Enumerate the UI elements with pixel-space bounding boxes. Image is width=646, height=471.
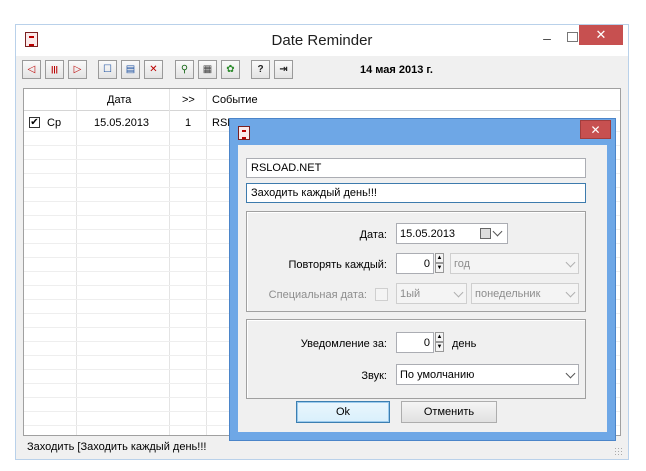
help-icon: ?: [257, 64, 264, 75]
dialog-body: RSLOAD.NET Заходить каждый день!!! Дата:…: [238, 145, 607, 432]
dialog-title-bar: ✕: [230, 119, 615, 144]
dialog-app-icon: [238, 126, 250, 140]
calendar-icon: ▦: [202, 64, 213, 75]
special-date-checkbox[interactable]: [375, 288, 388, 301]
column-repeat[interactable]: >>: [182, 94, 195, 106]
edit-icon: ▤: [125, 64, 136, 75]
help-button[interactable]: ?: [251, 60, 270, 79]
next-arrow-icon: ▷: [73, 64, 82, 75]
dialog-close-button[interactable]: ✕: [580, 120, 611, 139]
sound-select[interactable]: По умолчанию: [396, 364, 579, 385]
column-date[interactable]: Дата: [107, 94, 131, 106]
toolbar: ◁ ||| ▷ ☐ ▤ ✕ ⚲ ▦ ✿ ? ⇥ 14 мая 2013 г.: [22, 60, 622, 86]
chevron-down-icon: [492, 226, 503, 237]
bars-icon: |||: [51, 65, 58, 74]
event-dialog: ✕ RSLOAD.NET Заходить каждый день!!! Дат…: [229, 118, 616, 441]
event-note-input[interactable]: Заходить каждый день!!!: [246, 183, 586, 203]
stepper-up-icon[interactable]: ▲: [435, 253, 444, 263]
exit-icon: ⇥: [279, 64, 288, 75]
title-bar: Date Reminder – ✕: [16, 25, 628, 56]
search-button[interactable]: ⚲: [175, 60, 194, 79]
current-date: 14 мая 2013 г.: [360, 64, 433, 76]
settings-button[interactable]: ✿: [221, 60, 240, 79]
row-day: Ср: [47, 117, 62, 129]
notify-label: Уведомление за:: [300, 338, 387, 350]
calendar-icon: [480, 228, 491, 239]
gear-icon: ✿: [226, 64, 235, 75]
minimize-button[interactable]: –: [534, 28, 560, 48]
special-weekday-value: понедельник: [475, 288, 541, 300]
resize-grip-icon[interactable]: [614, 447, 622, 455]
new-button[interactable]: ☐: [98, 60, 117, 79]
ok-button[interactable]: Ok: [296, 401, 390, 423]
notify-group: Уведомление за: 0 ▲ ▼ день Звук: По умол…: [246, 319, 586, 399]
event-title-input[interactable]: RSLOAD.NET: [246, 158, 586, 178]
close-button[interactable]: ✕: [579, 25, 623, 45]
notify-input[interactable]: 0: [396, 332, 434, 353]
stepper-down-icon[interactable]: ▼: [435, 263, 444, 273]
cancel-button[interactable]: Отменить: [401, 401, 497, 423]
delete-icon: ✕: [149, 64, 158, 75]
special-ordinal-select[interactable]: 1ый: [396, 283, 467, 304]
sound-label: Звук:: [361, 370, 387, 382]
mark-button[interactable]: |||: [45, 60, 64, 79]
date-value: 15.05.2013: [400, 228, 456, 240]
repeat-stepper[interactable]: ▲ ▼: [435, 253, 444, 274]
special-ordinal-value: 1ый: [400, 288, 421, 300]
chevron-down-icon: [565, 368, 576, 379]
repeat-unit-select[interactable]: год: [450, 253, 579, 274]
new-icon: ☐: [103, 64, 112, 75]
repeat-label: Повторять каждый:: [288, 259, 388, 271]
edit-button[interactable]: ▤: [121, 60, 140, 79]
row-count: 1: [185, 117, 192, 129]
stepper-down-icon[interactable]: ▼: [435, 342, 444, 352]
chevron-down-icon: [565, 287, 576, 298]
special-weekday-select[interactable]: понедельник: [471, 283, 579, 304]
prev-button[interactable]: ◁: [22, 60, 41, 79]
sound-value: По умолчанию: [400, 369, 475, 381]
status-text: Заходить [Заходить каждый день!!!: [27, 441, 207, 453]
row-checkbox[interactable]: ✔: [29, 117, 40, 128]
notify-stepper[interactable]: ▲ ▼: [435, 332, 444, 353]
repeat-input[interactable]: 0: [396, 253, 434, 274]
exit-button[interactable]: ⇥: [274, 60, 293, 79]
date-label: Дата:: [359, 229, 387, 241]
row-date: 15.05.2013: [94, 117, 150, 129]
prev-arrow-icon: ◁: [27, 64, 36, 75]
delete-button[interactable]: ✕: [144, 60, 163, 79]
chevron-down-icon: [453, 287, 464, 298]
chevron-down-icon: [565, 257, 576, 268]
stepper-up-icon[interactable]: ▲: [435, 332, 444, 342]
notify-unit: день: [452, 338, 477, 350]
next-button[interactable]: ▷: [68, 60, 87, 79]
repeat-unit-value: год: [454, 258, 471, 270]
search-icon: ⚲: [180, 64, 189, 75]
date-group: Дата: 15.05.2013 Повторять каждый: 0 ▲ ▼…: [246, 211, 586, 312]
grid-header: Дата >> Событие: [24, 89, 620, 111]
special-date-label: Специальная дата:: [268, 289, 367, 301]
calendar-button[interactable]: ▦: [198, 60, 217, 79]
date-picker[interactable]: 15.05.2013: [396, 223, 508, 244]
column-event[interactable]: Событие: [212, 94, 258, 106]
